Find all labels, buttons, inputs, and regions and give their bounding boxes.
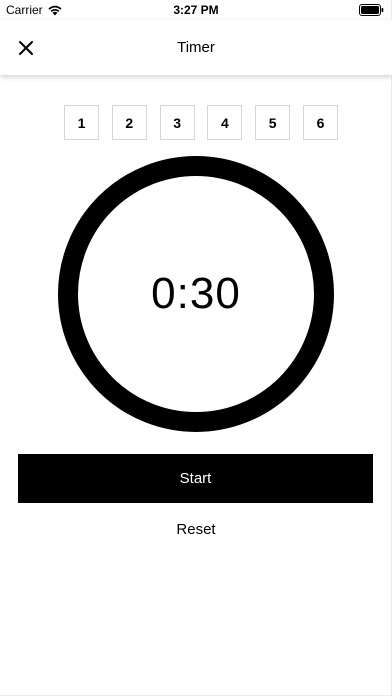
preset-button-4[interactable]: 4 <box>207 105 243 140</box>
preset-button-2[interactable]: 2 <box>111 105 147 140</box>
preset-selector: 1 2 3 4 5 6 <box>64 105 338 142</box>
preset-button-5[interactable]: 5 <box>255 105 291 140</box>
timer-screen: Carrier 3:27 PM Timer 1 2 3 4 5 6 0:30 S… <box>0 0 392 696</box>
page-title: Timer <box>177 39 215 56</box>
time-display: 0:30 <box>151 269 241 318</box>
status-time: 3:27 PM <box>173 3 219 17</box>
nav-header: Timer <box>0 20 392 75</box>
battery-icon <box>359 4 384 16</box>
reset-button[interactable]: Reset <box>0 521 392 538</box>
status-bar: Carrier 3:27 PM <box>0 0 392 20</box>
preset-button-1[interactable]: 1 <box>64 105 99 140</box>
start-button[interactable]: Start <box>18 454 373 503</box>
preset-button-3[interactable]: 3 <box>159 105 195 140</box>
timer-ring: 0:30 <box>58 156 334 432</box>
preset-button-6[interactable]: 6 <box>302 105 338 140</box>
